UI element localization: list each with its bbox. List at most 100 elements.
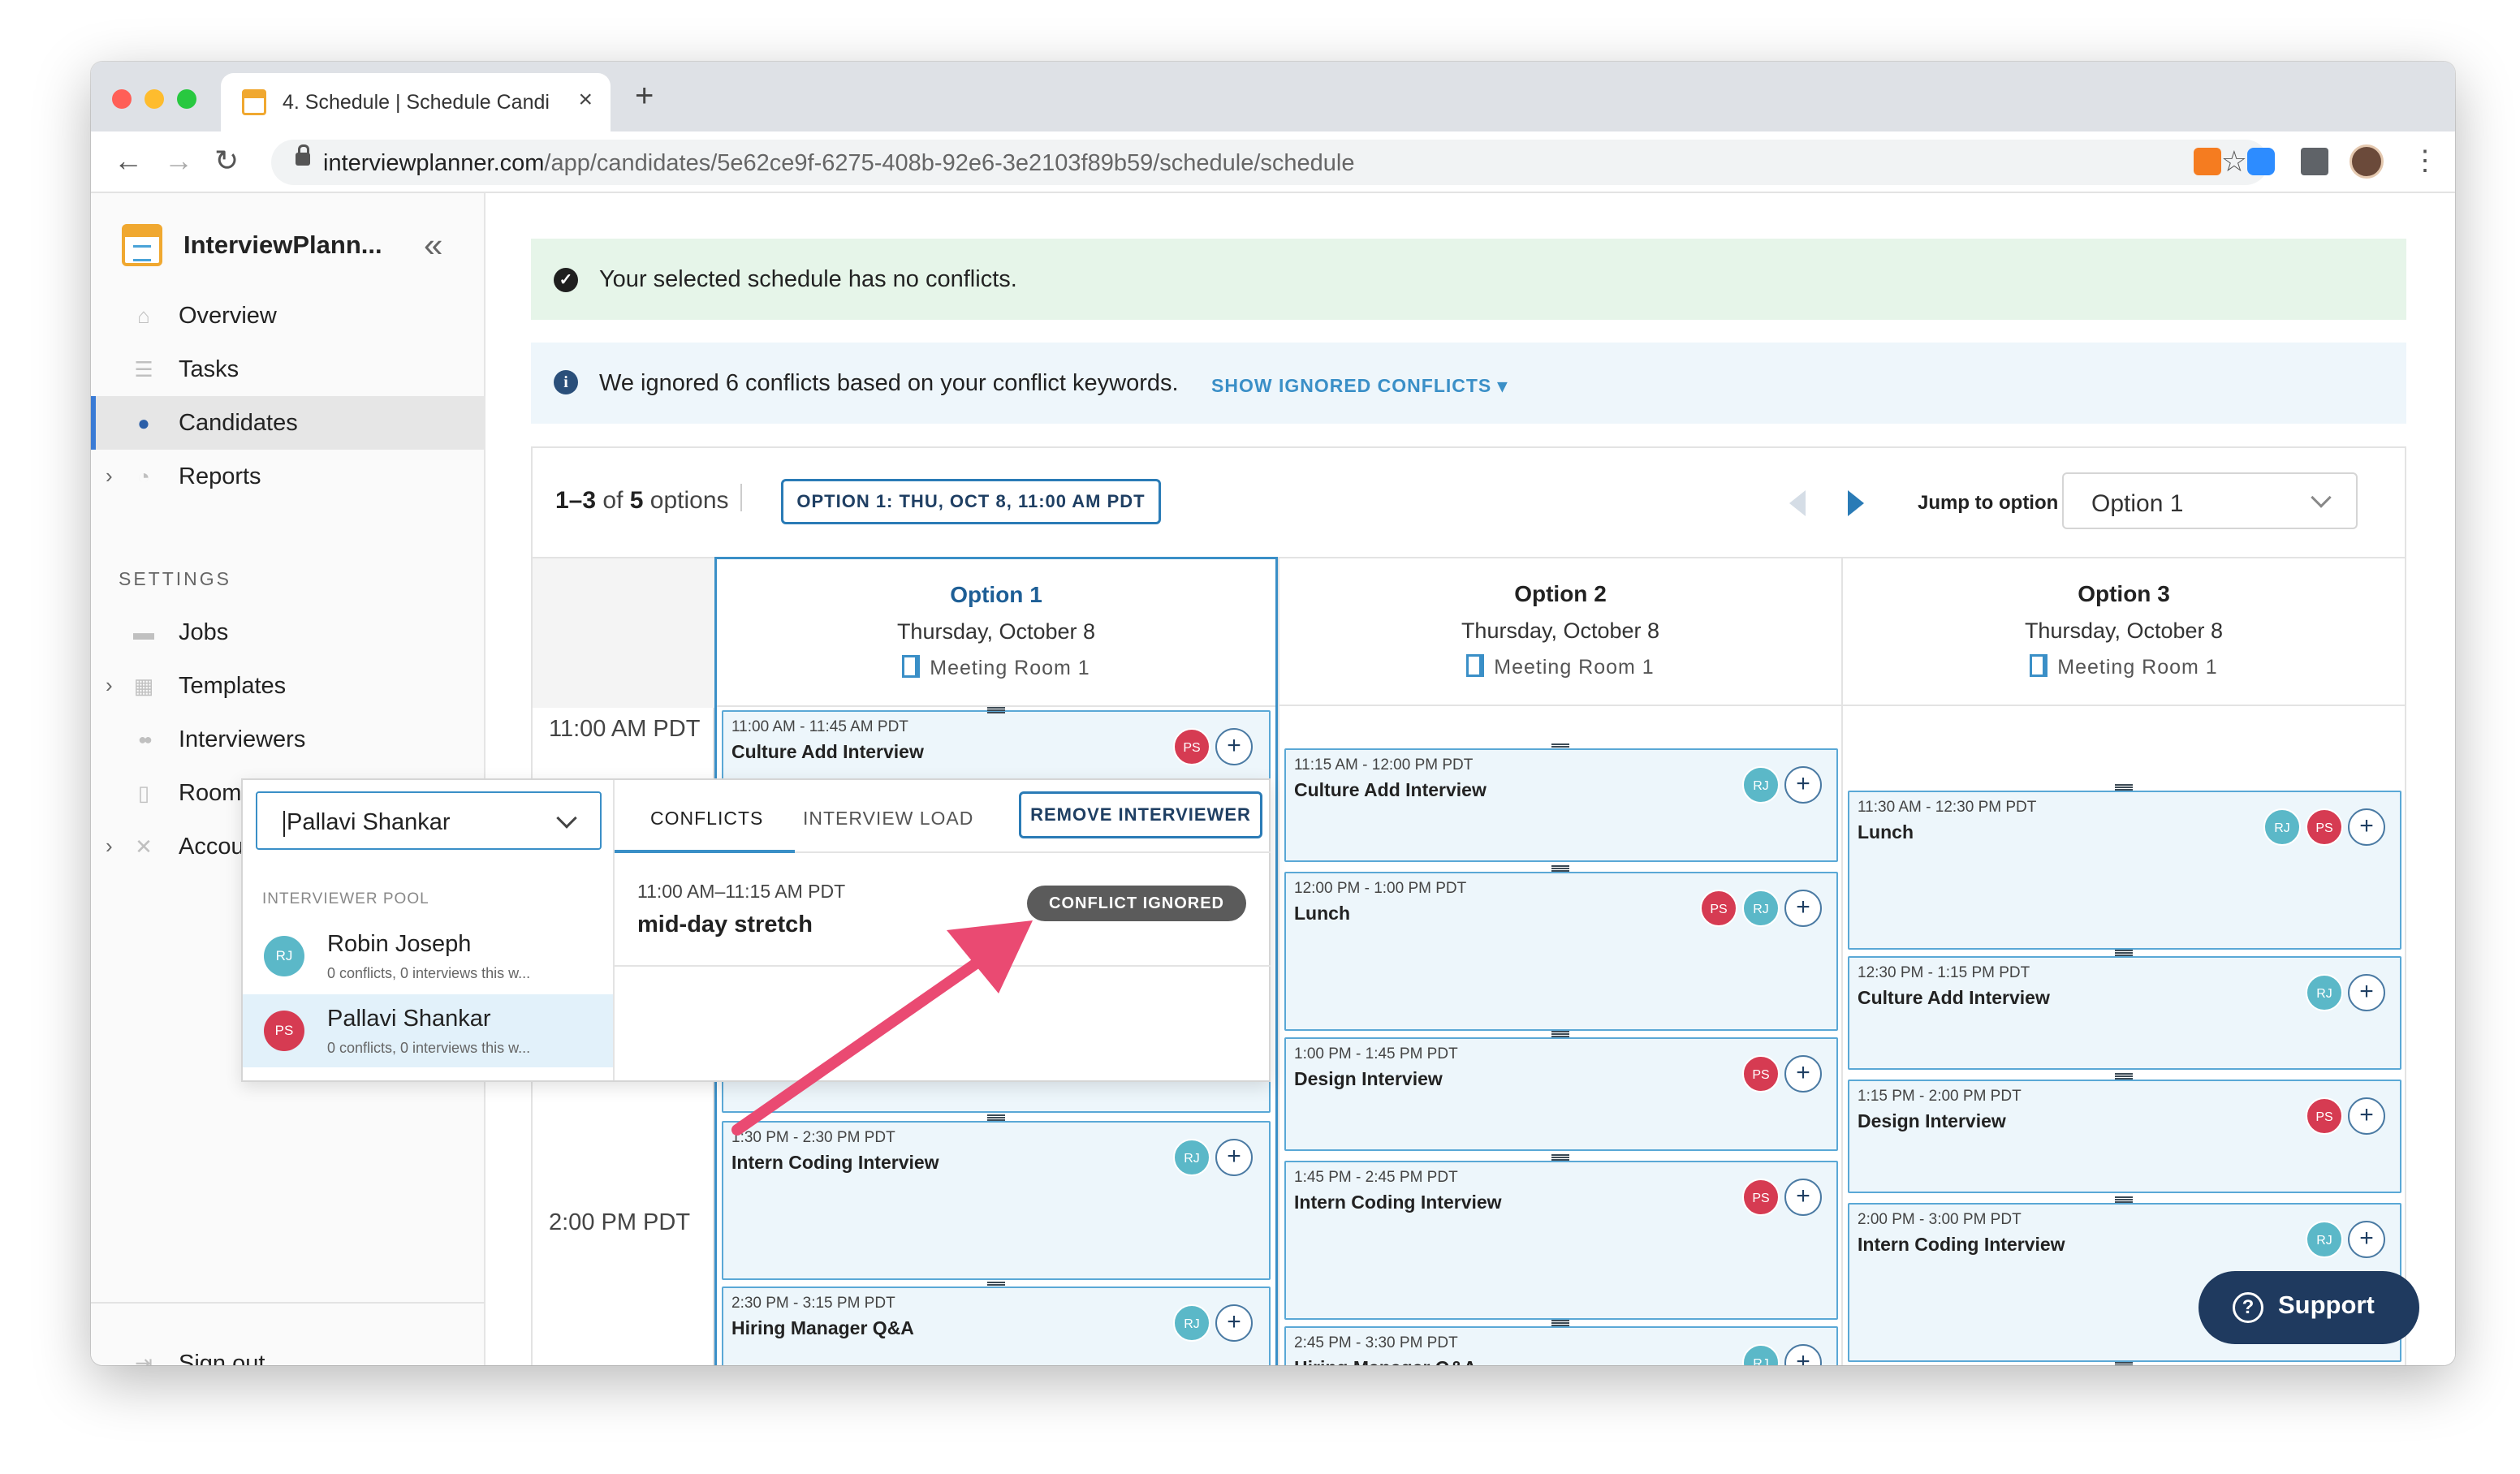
interview-slot[interactable]: 1:45 PM - 2:45 PM PDT Intern Coding Inte… [1284, 1161, 1838, 1320]
chevron-right-icon[interactable]: › [106, 673, 113, 698]
add-interviewer-button[interactable]: + [2348, 808, 2385, 846]
support-button[interactable]: ? Support [2199, 1271, 2419, 1344]
resize-handle-icon[interactable] [2115, 1362, 2133, 1365]
extensions-puzzle-icon[interactable] [2301, 148, 2328, 175]
door-icon [902, 655, 921, 678]
avatar[interactable]: PS [1173, 728, 1210, 765]
minimize-window-button[interactable] [145, 89, 164, 109]
current-option-button[interactable]: OPTION 1: THU, OCT 8, 11:00 AM PDT [781, 479, 1161, 524]
resize-handle-icon[interactable] [1551, 1154, 1569, 1161]
option-column-2[interactable]: Option 2 Thursday, October 8 Meeting Roo… [1278, 557, 1841, 1365]
sidebar-item-templates[interactable]: › ▦ Templates [91, 659, 485, 713]
avatar[interactable]: RJ [1173, 1304, 1210, 1342]
option-date: Thursday, October 8 [1461, 618, 1660, 643]
sidebar-item-candidates[interactable]: ● Candidates [91, 396, 485, 450]
interview-slot[interactable]: 2:45 PM - 3:30 PM PDT Hiring Manager Q&A… [1284, 1326, 1838, 1365]
avatar[interactable]: PS [1700, 890, 1737, 927]
avatar[interactable]: RJ [1173, 1139, 1210, 1176]
success-alert: ✓ Your selected schedule has no conflict… [531, 239, 2406, 320]
pool-item-robin-joseph[interactable]: RJ Robin Joseph 0 conflicts, 0 interview… [243, 920, 613, 993]
resize-handle-icon[interactable] [2115, 1073, 2133, 1080]
maximize-window-button[interactable] [177, 89, 196, 109]
avatar[interactable]: RJ [2306, 974, 2343, 1011]
app-logo-icon [122, 224, 162, 266]
resize-handle-icon[interactable] [1551, 865, 1569, 872]
interview-slot[interactable]: 11:15 AM - 12:00 PM PDT Culture Add Inte… [1284, 748, 1838, 862]
interview-slot[interactable]: 1:15 PM - 2:00 PM PDT Design Interview P… [1848, 1080, 2401, 1193]
chevron-right-icon[interactable]: › [106, 834, 113, 859]
interview-slot[interactable]: 12:00 PM - 1:00 PM PDT Lunch PS RJ + [1284, 872, 1838, 1031]
avatar[interactable]: PS [1742, 1055, 1780, 1093]
chevron-right-icon[interactable]: › [106, 463, 113, 489]
avatar[interactable]: RJ [1742, 890, 1780, 927]
close-window-button[interactable] [112, 89, 132, 109]
time-label: 11:00 AM PDT [549, 716, 701, 742]
profile-avatar[interactable] [2350, 144, 2384, 179]
option-room: Meeting Room 1 [1279, 654, 1841, 679]
add-interviewer-button[interactable]: + [1784, 1055, 1822, 1093]
tab-close-icon[interactable]: × [578, 86, 593, 114]
slot-title: Intern Coding Interview [1858, 1234, 2065, 1255]
add-interviewer-button[interactable]: + [1215, 728, 1253, 765]
jump-to-option-select[interactable]: Option 1 [2062, 472, 2358, 529]
hubspot-extension-icon[interactable] [2194, 148, 2221, 175]
browser-tab[interactable]: 4. Schedule | Schedule Candidate × [221, 73, 611, 131]
add-interviewer-button[interactable]: + [1215, 1304, 1253, 1342]
tab-interview-load[interactable]: INTERVIEW LOAD [803, 808, 973, 830]
avatar[interactable]: RJ [2306, 1221, 2343, 1258]
resize-handle-icon[interactable] [2115, 950, 2133, 956]
interview-slot[interactable]: 1:00 PM - 1:45 PM PDT Design Interview P… [1284, 1037, 1838, 1151]
avatar[interactable]: RJ [2263, 808, 2301, 846]
avatar[interactable]: RJ [1742, 1344, 1780, 1365]
option-column-3[interactable]: Option 3 Thursday, October 8 Meeting Roo… [1841, 557, 2405, 1365]
sidebar-item-interviewers[interactable]: ●● Interviewers [91, 713, 485, 766]
resize-handle-icon[interactable] [1551, 1320, 1569, 1326]
slot-time: 1:45 PM - 2:45 PM PDT [1294, 1169, 1458, 1186]
zoom-extension-icon[interactable] [2247, 148, 2275, 175]
avatar[interactable]: PS [2306, 1097, 2343, 1135]
people-icon: ●● [138, 731, 153, 748]
reload-icon[interactable]: ↻ [214, 144, 239, 177]
interview-slot[interactable]: 1:30 PM - 2:30 PM PDT Intern Coding Inte… [722, 1121, 1271, 1280]
bookmark-star-icon[interactable]: ☆ [2221, 144, 2247, 179]
resize-handle-icon[interactable] [1551, 1031, 1569, 1037]
address-bar[interactable]: interviewplanner.com/app/candidates/5e62… [271, 140, 2268, 185]
avatar[interactable]: PS [2306, 808, 2343, 846]
show-ignored-conflicts-link[interactable]: SHOW IGNORED CONFLICTS ▾ [1211, 375, 1508, 397]
sidebar-item-jobs[interactable]: ▬ Jobs [91, 606, 485, 659]
add-interviewer-button[interactable]: + [2348, 1221, 2385, 1258]
add-interviewer-button[interactable]: + [1784, 1344, 1822, 1365]
resize-handle-icon[interactable] [2115, 1196, 2133, 1203]
forward-arrow-icon[interactable]: → [164, 144, 193, 177]
add-interviewer-button[interactable]: + [2348, 1097, 2385, 1135]
add-interviewer-button[interactable]: + [2348, 974, 2385, 1011]
collapse-sidebar-icon[interactable]: « [424, 226, 443, 265]
avatar[interactable]: PS [1742, 1179, 1780, 1216]
resize-handle-icon[interactable] [2115, 784, 2133, 791]
pool-item-pallavi-shankar[interactable]: PS Pallavi Shankar 0 conflicts, 0 interv… [243, 994, 613, 1067]
previous-option-arrow-icon[interactable] [1789, 490, 1806, 516]
avatar[interactable]: RJ [1742, 766, 1780, 804]
sidebar-item-reports[interactable]: › ◔ Reports [91, 450, 485, 503]
interview-slot[interactable]: 2:30 PM - 3:15 PM PDT Hiring Manager Q&A… [722, 1287, 1271, 1365]
new-tab-button[interactable]: + [635, 80, 654, 112]
remove-interviewer-button[interactable]: REMOVE INTERVIEWER [1019, 791, 1262, 838]
back-arrow-icon[interactable]: ← [114, 144, 143, 177]
resize-handle-icon[interactable] [987, 1114, 1005, 1121]
slot-time: 11:30 AM - 12:30 PM PDT [1858, 799, 2037, 816]
interviewer-select[interactable]: Pallavi Shankar [256, 791, 602, 850]
add-interviewer-button[interactable]: + [1215, 1139, 1253, 1176]
interview-slot[interactable]: 11:30 AM - 12:30 PM PDT Lunch RJ PS + [1848, 791, 2401, 950]
add-interviewer-button[interactable]: + [1784, 890, 1822, 927]
browser-menu-icon[interactable]: ⋮ [2411, 144, 2439, 177]
resize-handle-icon[interactable] [987, 707, 1005, 713]
sign-out-link[interactable]: ⇥ Sign out [91, 1339, 485, 1365]
add-interviewer-button[interactable]: + [1784, 766, 1822, 804]
tab-conflicts[interactable]: CONFLICTS [650, 808, 763, 830]
sidebar-item-tasks[interactable]: ☰ Tasks [91, 343, 485, 396]
sidebar-item-overview[interactable]: ⌂ Overview [91, 289, 485, 343]
info-icon: i [554, 370, 578, 394]
interview-slot[interactable]: 12:30 PM - 1:15 PM PDT Culture Add Inter… [1848, 956, 2401, 1070]
add-interviewer-button[interactable]: + [1784, 1179, 1822, 1216]
next-option-arrow-icon[interactable] [1848, 490, 1864, 516]
